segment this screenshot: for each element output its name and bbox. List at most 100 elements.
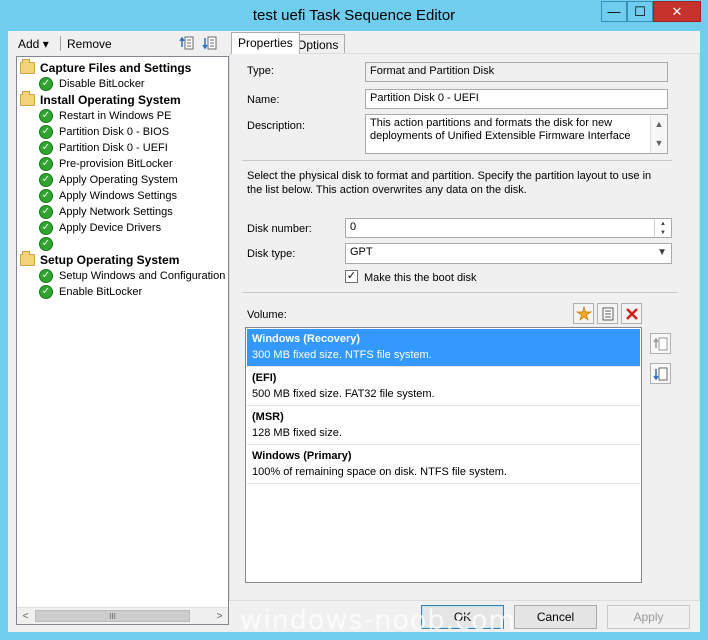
tree-toolbar: Add ▾ Remove xyxy=(8,31,228,56)
apply-button[interactable]: Apply xyxy=(607,605,690,629)
tree-step[interactable]: ✓ xyxy=(39,236,59,252)
boot-disk-checkbox[interactable]: ✓ xyxy=(345,270,358,283)
toolbar-divider xyxy=(60,36,61,51)
list-item[interactable]: Windows (Primary) 100% of remaining spac… xyxy=(247,446,640,484)
close-button[interactable]: ✕ xyxy=(653,1,701,22)
volume-description: 100% of remaining space on disk. NTFS fi… xyxy=(252,466,507,478)
type-label: Type: xyxy=(247,65,274,77)
spin-down-icon[interactable]: ▼ xyxy=(655,228,671,237)
edit-volume-button[interactable] xyxy=(597,303,618,324)
tree-step-label: Partition Disk 0 - UEFI xyxy=(59,142,168,154)
success-check-icon: ✓ xyxy=(39,237,53,251)
success-check-icon: ✓ xyxy=(39,77,53,91)
volume-name: Windows (Recovery) xyxy=(252,333,361,345)
disk-number-stepper[interactable]: 0 ▲ ▼ xyxy=(345,218,672,238)
scroll-thumb[interactable]: III xyxy=(35,610,190,622)
tree-step[interactable]: ✓ Restart in Windows PE xyxy=(39,108,171,124)
success-check-icon: ✓ xyxy=(39,125,53,139)
list-item[interactable]: (MSR) 128 MB fixed size. xyxy=(247,407,640,445)
title-bar[interactable]: test uefi Task Sequence Editor — ☐ ✕ xyxy=(0,0,708,31)
tree-step[interactable]: ✓ Apply Device Drivers xyxy=(39,220,161,236)
scroll-left-button[interactable]: < xyxy=(17,608,34,624)
tree-step[interactable]: ✓ Partition Disk 0 - UEFI xyxy=(39,140,168,156)
tree-step[interactable]: ✓ Pre-provision BitLocker xyxy=(39,156,173,172)
tree-horizontal-scrollbar[interactable]: < III > xyxy=(17,607,228,624)
disk-type-value: GPT xyxy=(350,246,373,258)
disk-number-value: 0 xyxy=(350,221,357,233)
success-check-icon: ✓ xyxy=(39,221,53,235)
description-scrollbar[interactable]: ▲ ▼ xyxy=(650,115,667,153)
divider xyxy=(242,160,672,161)
add-dropdown-arrow-icon: ▾ xyxy=(42,37,49,51)
scroll-down-button[interactable]: ▼ xyxy=(652,135,666,152)
tree-step-label: Disable BitLocker xyxy=(59,78,145,90)
success-check-icon: ✓ xyxy=(39,189,53,203)
tree-step[interactable]: ✓ Setup Windows and Configuration xyxy=(39,268,225,284)
tree-group[interactable]: Capture Files and Settings xyxy=(20,59,192,76)
name-label: Name: xyxy=(247,94,280,106)
tree-step[interactable]: ✓ Apply Operating System xyxy=(39,172,178,188)
tree-step-label: Setup Windows and Configuration xyxy=(59,270,226,282)
disk-type-label: Disk type: xyxy=(247,248,296,260)
move-up-icon[interactable] xyxy=(179,35,195,51)
folder-icon xyxy=(20,91,35,106)
new-volume-button[interactable] xyxy=(573,303,594,324)
cancel-button[interactable]: Cancel xyxy=(514,605,597,629)
move-down-icon xyxy=(652,367,667,380)
volume-list[interactable]: Windows (Recovery) 300 MB fixed size. NT… xyxy=(245,327,642,583)
tree-group[interactable]: Install Operating System xyxy=(20,91,181,108)
volume-label: Volume: xyxy=(247,309,287,321)
success-check-icon: ✓ xyxy=(39,157,53,171)
success-check-icon: ✓ xyxy=(39,269,53,283)
delete-x-icon xyxy=(625,307,638,320)
move-volume-up-button[interactable] xyxy=(650,333,671,354)
tab-properties[interactable]: Properties xyxy=(231,32,300,54)
properties-icon xyxy=(602,307,613,320)
tree-group-label: Capture Files and Settings xyxy=(40,61,192,75)
success-check-icon: ✓ xyxy=(39,109,53,123)
client-area: Add ▾ Remove Capture Files and Settings xyxy=(8,31,700,632)
instructions-text: Select the physical disk to format and p… xyxy=(247,170,652,196)
folder-icon xyxy=(20,251,35,266)
scroll-up-button[interactable]: ▲ xyxy=(652,116,666,133)
scroll-right-button[interactable]: > xyxy=(211,608,228,624)
tree-step-label: Partition Disk 0 - BIOS xyxy=(59,126,170,138)
tree-step[interactable]: ✓ Apply Windows Settings xyxy=(39,188,177,204)
description-label: Description: xyxy=(247,120,306,132)
tree-step[interactable]: ✓ Disable BitLocker xyxy=(39,76,145,92)
move-down-icon[interactable] xyxy=(202,35,218,51)
volume-description: 300 MB fixed size. NTFS file system. xyxy=(252,349,432,361)
move-volume-down-button[interactable] xyxy=(650,363,671,384)
type-field: Format and Partition Disk xyxy=(365,62,668,82)
list-item[interactable]: (EFI) 500 MB fixed size. FAT32 file syst… xyxy=(247,368,640,406)
success-check-icon: ✓ xyxy=(39,205,53,219)
disk-number-spinner[interactable]: ▲ ▼ xyxy=(654,219,671,237)
tree-step[interactable]: ✓ Enable BitLocker xyxy=(39,284,142,300)
tree-step[interactable]: ✓ Apply Network Settings xyxy=(39,204,173,220)
description-textarea[interactable]: This action partitions and formats the d… xyxy=(365,114,668,154)
ok-button[interactable]: OK xyxy=(421,605,504,629)
list-item[interactable]: Windows (Recovery) 300 MB fixed size. NT… xyxy=(247,329,640,367)
volume-description: 500 MB fixed size. FAT32 file system. xyxy=(252,388,435,400)
maximize-button[interactable]: ☐ xyxy=(627,1,653,22)
disk-type-select[interactable]: GPT ▼ xyxy=(345,243,672,264)
minimize-button[interactable]: — xyxy=(601,1,627,22)
delete-volume-button[interactable] xyxy=(621,303,642,324)
tree-step-label: Enable BitLocker xyxy=(59,286,143,298)
tree-group[interactable]: Setup Operating System xyxy=(20,251,179,268)
tree-step-label: Apply Windows Settings xyxy=(59,190,177,202)
divider xyxy=(242,292,678,293)
remove-button[interactable]: Remove xyxy=(67,37,112,51)
tree-step[interactable]: ✓ Partition Disk 0 - BIOS xyxy=(39,124,169,140)
new-star-icon xyxy=(575,305,592,321)
move-up-icon xyxy=(652,337,667,350)
tree-step-label: Pre-provision BitLocker xyxy=(59,158,173,170)
task-sequence-tree[interactable]: Capture Files and Settings ✓ Disable Bit… xyxy=(16,56,229,625)
name-input[interactable]: Partition Disk 0 - UEFI xyxy=(365,89,668,109)
spin-up-icon[interactable]: ▲ xyxy=(655,219,671,228)
chevron-down-icon: ▼ xyxy=(657,247,667,258)
task-sequence-editor-window: test uefi Task Sequence Editor — ☐ ✕ Add… xyxy=(0,0,708,640)
boot-disk-label: Make this the boot disk xyxy=(364,272,477,284)
success-check-icon: ✓ xyxy=(39,285,53,299)
add-menu-button[interactable]: Add ▾ xyxy=(18,37,49,51)
